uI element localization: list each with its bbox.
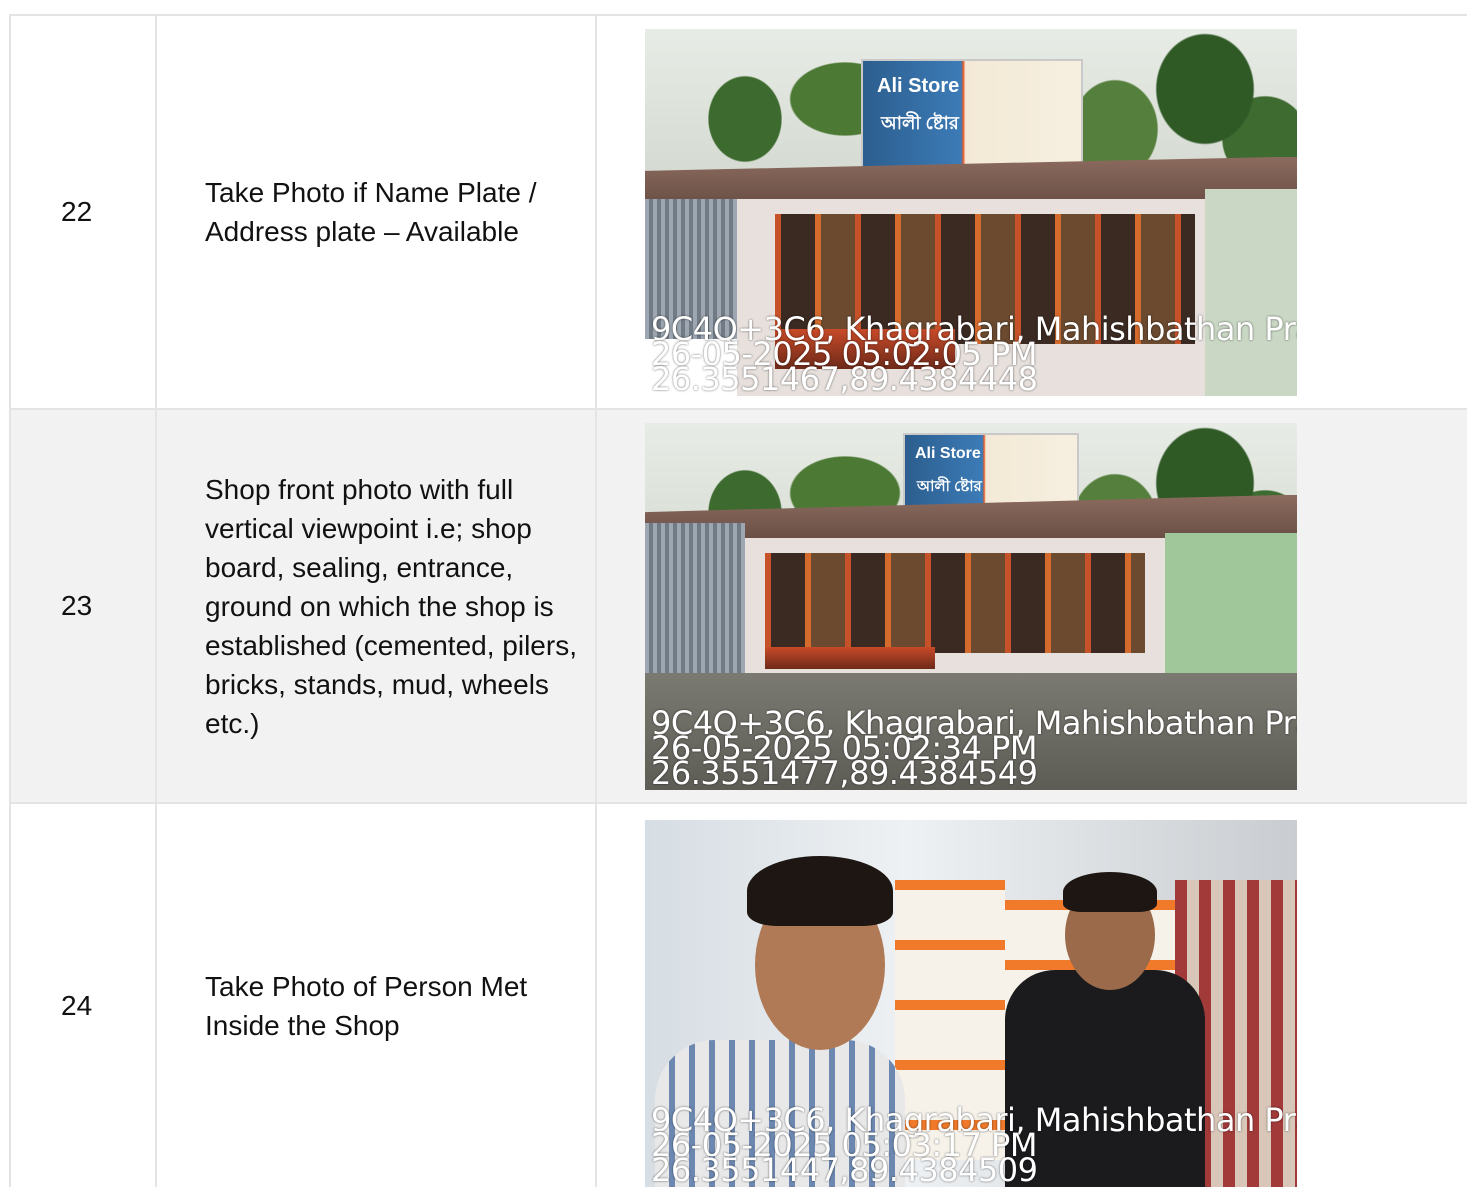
row-photo-cell: Ali Store আলী ষ্টোর 9C4Q+3C6, Khagrabari… <box>595 14 1467 410</box>
photo-overlay-coords: 26.3551467,89.4384448 <box>651 359 1038 396</box>
row-description: Take Photo of Person Met Inside the Shop <box>155 802 597 1187</box>
signboard-text-bn: আলী ষ্টোর <box>917 477 982 495</box>
signboard-text-bn: আলী ষ্টোর <box>881 112 959 133</box>
row-description: Take Photo if Name Plate / Address plate… <box>155 14 597 410</box>
person-met-photo: 9C4Q+3C6, Khagrabari, Mahishbathan Pra 2… <box>645 820 1297 1187</box>
table-row: 22 Take Photo if Name Plate / Address pl… <box>9 14 1467 410</box>
shop-signboard-photo: Ali Store আলী ষ্টোর 9C4Q+3C6, Khagrabari… <box>645 28 1297 396</box>
row-photo-cell: Ali Store আলী ষ্টোর 9C4Q+3C6, Khagrabari… <box>595 408 1467 804</box>
signboard: Ali Store আলী ষ্টোর <box>861 58 1083 175</box>
row-number: 22 <box>9 14 157 410</box>
table-row: 23 Shop front photo with full vertical v… <box>9 408 1467 804</box>
inspection-table: 22 Take Photo if Name Plate / Address pl… <box>9 14 1467 1187</box>
table-row: 24 Take Photo of Person Met Inside the S… <box>9 802 1467 1187</box>
row-photo-cell: 9C4Q+3C6, Khagrabari, Mahishbathan Pra 2… <box>595 802 1467 1187</box>
signboard-text-en: Ali Store <box>915 444 981 462</box>
row-number: 23 <box>9 408 157 804</box>
photo-overlay-coords: 26.3551477,89.4384549 <box>651 753 1038 790</box>
signboard-text-en: Ali Store <box>877 74 960 97</box>
row-description: Shop front photo with full vertical view… <box>155 408 597 804</box>
photo-overlay-coords: 26.3551447,89.4384509 <box>651 1151 1038 1187</box>
row-number: 24 <box>9 802 157 1187</box>
shop-front-photo: Ali Store আলী ষ্টোর 9C4Q+3C6, Khagrabari… <box>645 422 1297 790</box>
document-table-container: 22 Take Photo if Name Plate / Address pl… <box>9 14 1467 1187</box>
